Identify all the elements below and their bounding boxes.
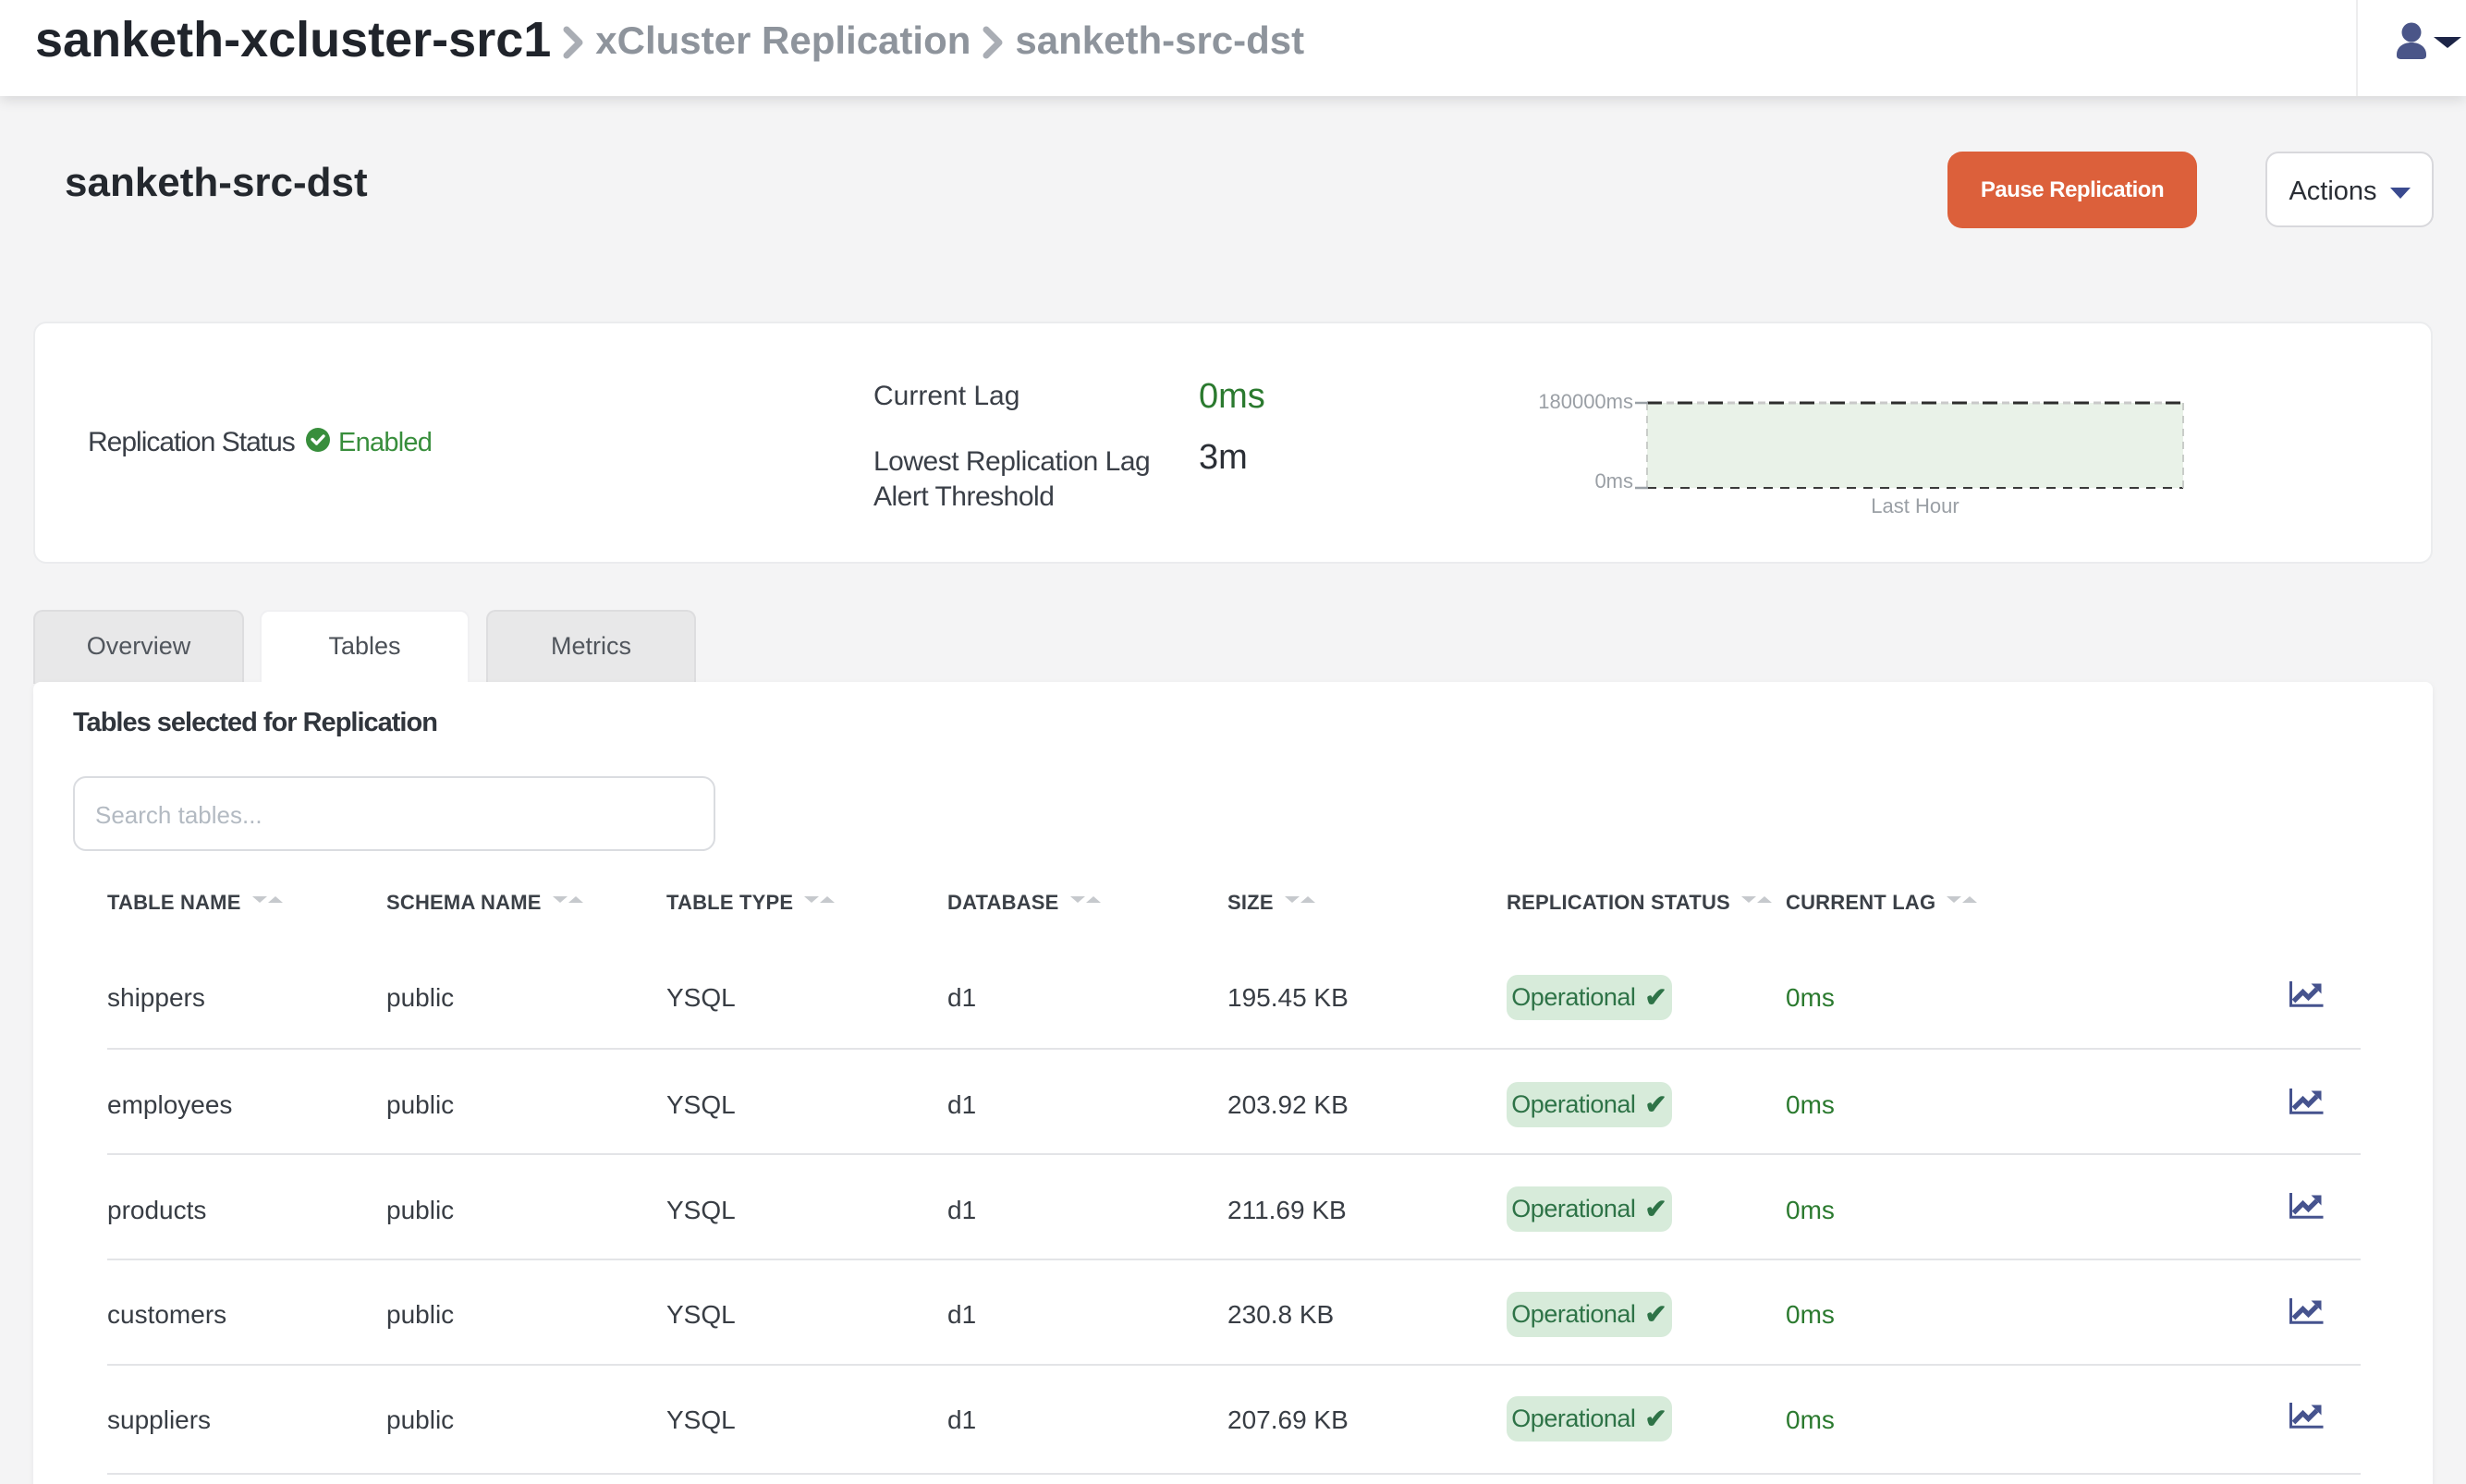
- svg-text:Last Hour: Last Hour: [1871, 494, 1959, 517]
- svg-text:180000ms: 180000ms: [1538, 390, 1633, 413]
- svg-text:0ms: 0ms: [1594, 469, 1633, 493]
